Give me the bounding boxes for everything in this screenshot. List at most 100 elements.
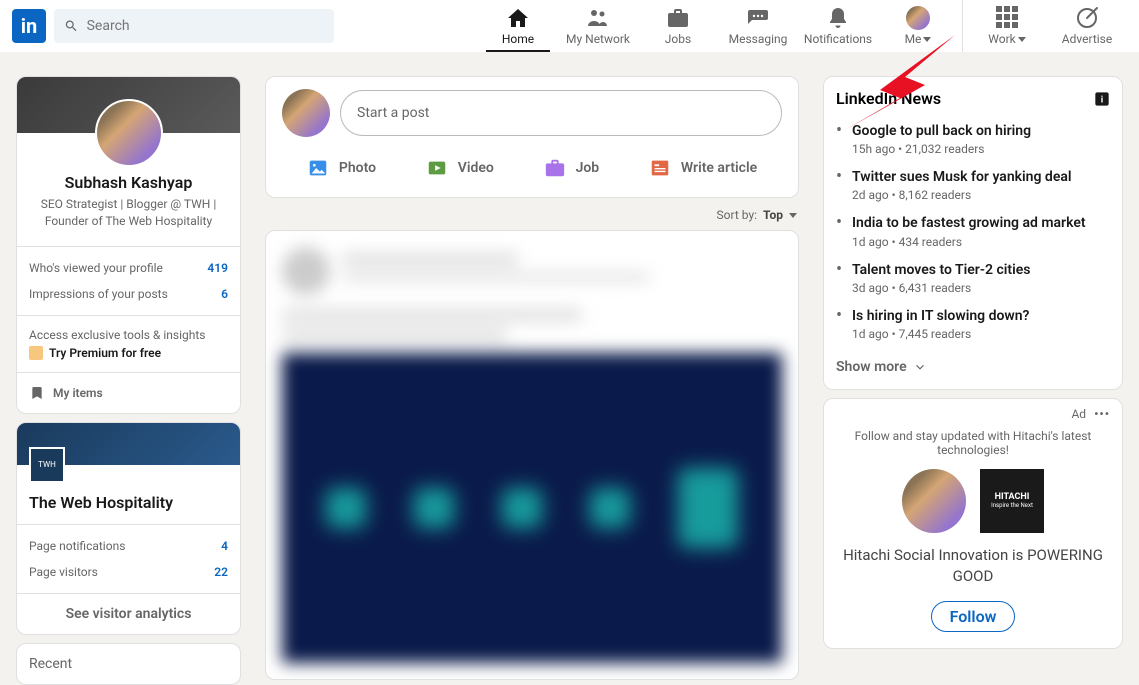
- nav-label: Advertise: [1062, 32, 1112, 46]
- follow-button[interactable]: Follow: [931, 601, 1016, 632]
- news-headline: Twitter sues Musk for yanking deal: [852, 168, 1110, 186]
- video-icon: [426, 157, 448, 179]
- profile-banner: [17, 77, 240, 133]
- stat-value: 6: [221, 287, 228, 301]
- profile-avatar[interactable]: [95, 99, 163, 167]
- stat-page-notifications[interactable]: Page notifications 4: [17, 533, 240, 559]
- network-icon: [586, 6, 610, 30]
- visitor-analytics-link[interactable]: See visitor analytics: [17, 594, 240, 634]
- feed-media: [282, 353, 782, 663]
- premium-icon: [29, 346, 43, 360]
- sort-prefix: Sort by:: [717, 208, 758, 222]
- news-headline: India to be fastest growing ad market: [852, 214, 1110, 232]
- svg-text:i: i: [1101, 94, 1103, 105]
- news-meta: 1d ago • 7,445 readers: [852, 327, 1110, 341]
- news-list: Google to pull back on hiring 15h ago • …: [824, 116, 1122, 355]
- nav-label: Messaging: [729, 32, 788, 46]
- chevron-down-icon: [789, 213, 797, 218]
- divider: [962, 0, 963, 52]
- search-input[interactable]: [87, 18, 324, 34]
- target-icon: [1075, 6, 1099, 30]
- nav-network[interactable]: My Network: [558, 0, 638, 52]
- nav-advertise[interactable]: Advertise: [1047, 0, 1127, 52]
- stat-value: 4: [221, 539, 228, 553]
- news-item[interactable]: India to be fastest growing ad market 1d…: [836, 208, 1110, 254]
- ad-badge: Ad: [1071, 407, 1086, 421]
- show-more-label: Show more: [836, 359, 907, 375]
- bell-icon: [826, 6, 850, 30]
- ad-menu-icon[interactable]: •••: [1094, 407, 1110, 421]
- home-icon: [506, 6, 530, 30]
- start-post-button[interactable]: Start a post: [340, 90, 782, 136]
- apps-grid-icon: [996, 6, 1018, 28]
- news-headline: Talent moves to Tier-2 cities: [852, 261, 1110, 279]
- nav-messaging[interactable]: Messaging: [718, 0, 798, 52]
- linkedin-logo[interactable]: in: [12, 9, 46, 43]
- news-item[interactable]: Google to pull back on hiring 15h ago • …: [836, 116, 1110, 162]
- news-item[interactable]: Talent moves to Tier-2 cities 3d ago • 6…: [836, 255, 1110, 301]
- page-banner: TWH: [17, 423, 240, 465]
- jobs-icon: [666, 6, 690, 30]
- stat-profile-views[interactable]: Who's viewed your profile 419: [17, 255, 240, 281]
- action-label: Video: [458, 160, 494, 176]
- nav-home[interactable]: Home: [478, 0, 558, 52]
- news-headline: Google to pull back on hiring: [852, 122, 1110, 140]
- my-items-label: My items: [53, 386, 103, 400]
- chevron-down-icon: [923, 37, 931, 42]
- nav-label: Notifications: [804, 32, 872, 46]
- recent-card: Recent: [16, 643, 241, 685]
- my-items-link[interactable]: My items: [17, 373, 240, 413]
- nav-me[interactable]: Me: [878, 0, 958, 52]
- news-meta: 1d ago • 434 readers: [852, 235, 1110, 249]
- ad-brand-logo: HITACHI Inspire the Next: [980, 469, 1044, 533]
- messaging-icon: [746, 6, 770, 30]
- premium-upsell[interactable]: Access exclusive tools & insights Try Pr…: [17, 316, 240, 373]
- feed-sort[interactable]: Sort by: Top: [267, 208, 797, 222]
- stat-value: 419: [207, 261, 228, 275]
- action-label: Photo: [339, 160, 376, 176]
- page-card: TWH The Web Hospitality Page notificatio…: [16, 422, 241, 635]
- primary-nav: Home My Network Jobs Messaging Notificat…: [478, 0, 1127, 52]
- nav-work[interactable]: Work: [967, 0, 1047, 52]
- article-icon: [649, 157, 671, 179]
- nav-label: Work: [988, 32, 1015, 46]
- user-avatar[interactable]: [282, 89, 330, 137]
- info-icon[interactable]: i: [1094, 91, 1110, 107]
- stat-post-impressions[interactable]: Impressions of your posts 6: [17, 281, 240, 307]
- show-more-button[interactable]: Show more: [824, 355, 1122, 389]
- recent-heading: Recent: [17, 644, 240, 684]
- post-video-button[interactable]: Video: [418, 147, 502, 189]
- news-headline: Is hiring in IT slowing down?: [852, 307, 1110, 325]
- nav-label: Me: [905, 32, 922, 46]
- news-meta: 2d ago • 8,162 readers: [852, 188, 1110, 202]
- nav-label: Home: [502, 32, 534, 46]
- profile-name[interactable]: Subhash Kashyap: [29, 173, 228, 192]
- author-avatar: [282, 247, 330, 295]
- profile-headline: SEO Strategist | Blogger @ TWH | Founder…: [29, 196, 228, 230]
- nav-notifications[interactable]: Notifications: [798, 0, 878, 52]
- stat-page-visitors[interactable]: Page visitors 22: [17, 559, 240, 585]
- stat-label: Page notifications: [29, 539, 125, 553]
- photo-icon: [307, 157, 329, 179]
- post-photo-button[interactable]: Photo: [299, 147, 384, 189]
- stat-label: Impressions of your posts: [29, 287, 168, 301]
- nav-label: My Network: [566, 32, 630, 46]
- job-icon: [544, 157, 566, 179]
- news-meta: 3d ago • 6,431 readers: [852, 281, 1110, 295]
- post-job-button[interactable]: Job: [536, 147, 608, 189]
- premium-cta-label: Try Premium for free: [49, 346, 161, 360]
- nav-jobs[interactable]: Jobs: [638, 0, 718, 52]
- sort-value: Top: [763, 208, 783, 222]
- stat-label: Page visitors: [29, 565, 98, 579]
- stat-label: Who's viewed your profile: [29, 261, 163, 275]
- search-icon: [64, 18, 79, 34]
- ad-card: Ad ••• Follow and stay updated with Hita…: [823, 398, 1123, 649]
- search-box[interactable]: [54, 9, 334, 43]
- stat-value: 22: [214, 565, 228, 579]
- news-item[interactable]: Is hiring in IT slowing down? 1d ago • 7…: [836, 301, 1110, 347]
- news-title: LinkedIn News: [836, 89, 941, 108]
- news-item[interactable]: Twitter sues Musk for yanking deal 2d ag…: [836, 162, 1110, 208]
- chevron-down-icon: [1018, 37, 1026, 42]
- page-logo[interactable]: TWH: [29, 447, 65, 483]
- post-article-button[interactable]: Write article: [641, 147, 765, 189]
